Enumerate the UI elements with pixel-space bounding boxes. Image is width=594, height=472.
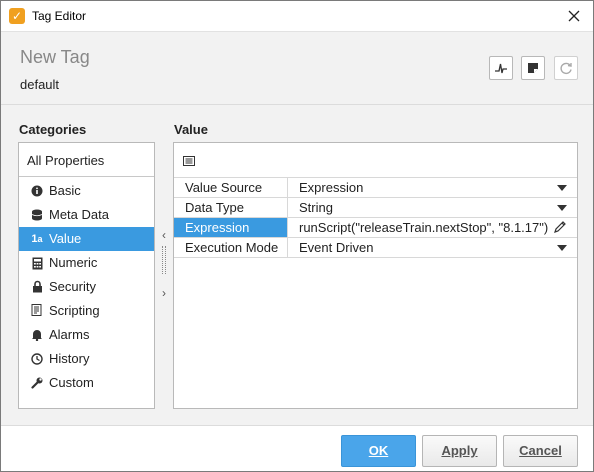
clock-icon [30,347,44,371]
tag-name-title: New Tag [20,47,90,67]
editor-body: Categories Value All Properties Basic Me… [1,105,593,425]
value-source-dropdown[interactable]: Expression [289,178,577,197]
splitter-grip[interactable] [162,246,166,274]
lock-icon [30,275,44,299]
calculator-icon [30,251,44,275]
property-value: String [299,200,333,215]
list-view-icon[interactable] [183,156,195,166]
expand-right-arrow[interactable]: › [159,286,169,300]
category-label: History [49,351,90,366]
pencil-icon[interactable] [553,220,567,234]
properties-toolbar [174,143,577,177]
category-alarms[interactable]: Alarms [19,323,154,347]
close-button[interactable] [563,5,585,27]
category-security[interactable]: Security [19,275,154,299]
category-value[interactable]: 1a Value [19,227,154,251]
categories-heading: Categories [19,122,87,137]
execution-mode-dropdown[interactable]: Event Driven [289,238,577,257]
property-row-execution-mode[interactable]: Execution Mode Event Driven [174,237,577,258]
expression-field[interactable]: runScript("releaseTrain.nextStop", "8.1.… [289,218,577,237]
ignition-app-icon: ✓ [9,8,25,24]
wrench-icon [30,371,44,395]
refresh-button[interactable] [554,56,578,80]
category-label: Basic [49,183,81,198]
category-label: Value [49,231,82,246]
title-bar: ✓ Tag Editor [1,1,593,31]
dialog-footer: OK Apply Cancel [1,425,593,471]
dropdown-caret-icon[interactable] [557,205,567,211]
property-row-data-type[interactable]: Data Type String [174,197,577,217]
category-meta-data[interactable]: Meta Data [19,203,154,227]
close-icon [568,10,580,22]
category-basic[interactable]: Basic [19,179,154,203]
category-label: Numeric [49,255,98,270]
cancel-button[interactable]: Cancel [503,435,578,467]
pulse-icon [495,63,507,74]
data-type-dropdown[interactable]: String [289,198,577,217]
category-label: Custom [49,375,94,390]
value-properties-panel: Value Source Expression Data Type String… [173,142,578,409]
property-name: Data Type [174,198,288,217]
category-history[interactable]: History [19,347,154,371]
category-scripting[interactable]: Scripting [19,299,154,323]
property-name: Execution Mode [174,238,288,257]
property-name: Expression [174,218,288,237]
category-label: Alarms [49,327,90,342]
dropdown-caret-icon[interactable] [557,185,567,191]
dropdown-caret-icon[interactable] [557,245,567,251]
category-label: Meta Data [49,207,109,222]
value-type-icon: 1a [31,233,43,245]
property-value: runScript("releaseTrain.nextStop", "8.1.… [299,220,549,235]
category-custom[interactable]: Custom [19,371,154,395]
notes-button[interactable] [521,56,545,80]
panel-splitter[interactable]: ‹ › [157,142,171,409]
tag-provider-label: default [20,77,60,92]
tag-editor-window: ✓ Tag Editor New Tag default Categories … [0,0,594,472]
diagnostics-button[interactable] [489,56,513,80]
property-value: Event Driven [299,240,374,255]
all-properties-item[interactable]: All Properties [19,143,154,177]
property-row-value-source[interactable]: Value Source Expression [174,177,577,197]
bell-icon [30,323,44,347]
category-label: Security [49,279,96,294]
category-label: Scripting [49,303,100,318]
property-name: Value Source [174,178,288,197]
script-icon [30,299,44,323]
category-numeric[interactable]: Numeric [19,251,154,275]
database-icon [30,203,44,227]
property-value: Expression [299,180,364,195]
info-icon [30,179,44,203]
tag-header: New Tag default [1,31,593,105]
refresh-icon [560,62,572,75]
value-heading: Value [174,122,208,137]
note-icon [528,63,538,73]
property-row-expression[interactable]: Expression runScript("releaseTrain.nextS… [174,217,577,237]
apply-button[interactable]: Apply [422,435,497,467]
categories-list: All Properties Basic Meta Data 1a Value … [18,142,155,409]
collapse-left-arrow[interactable]: ‹ [159,228,169,242]
ok-button[interactable]: OK [341,435,416,467]
window-title: Tag Editor [32,9,87,23]
